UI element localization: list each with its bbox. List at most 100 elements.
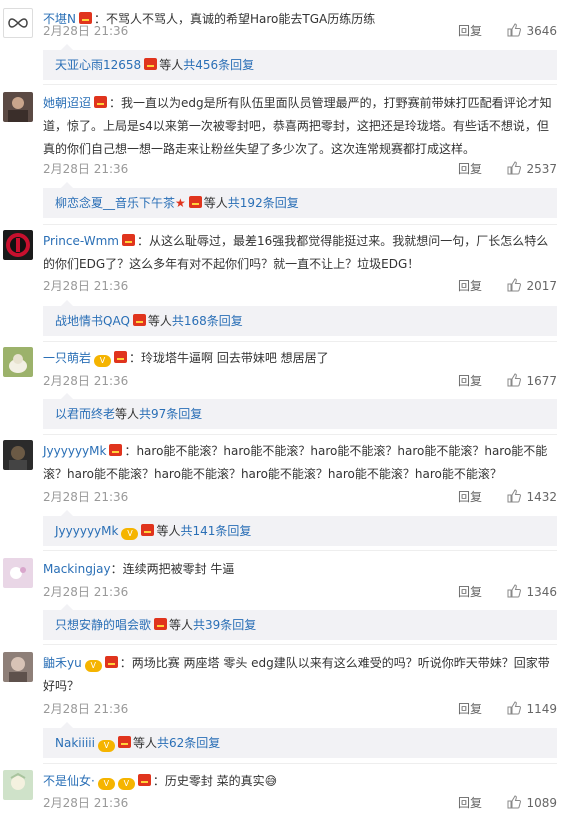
username[interactable]: 一只萌岩 [43,351,91,365]
reply-button[interactable]: 回复 [458,794,482,812]
sub-reply-user[interactable]: 只想安静的唱会歌 [55,618,151,632]
vip-icon: V [94,355,112,367]
timestamp: 2月28日 21:36 [43,796,129,810]
sub-reply-etc: 等人 [169,618,194,632]
sub-reply-count[interactable]: 共456条回复 [183,58,254,72]
sub-reply-count[interactable]: 共168条回复 [172,314,243,328]
sub-reply-etc: 等人 [132,736,157,750]
like-count: 1432 [526,490,557,504]
sub-reply-count[interactable]: 共141条回复 [180,524,251,538]
star-icon: ★ [175,196,186,210]
sub-replies[interactable]: JyyyyyyMk V 等人共141条回复 [43,510,557,546]
thumbs-up-icon [507,161,522,175]
sub-replies[interactable]: 战地情书QAQ 等人共168条回复 [43,300,557,336]
sub-reply-count[interactable]: 共97条回复 [139,407,202,421]
like-button[interactable]: 1432 [507,488,557,506]
reply-button[interactable]: 回复 [458,22,482,40]
sub-reply-etc: 等人 [159,58,184,72]
username[interactable]: Prince-Wmm [43,234,119,248]
vip-icon: V [121,528,139,540]
sub-reply-etc: 等人 [203,196,228,210]
photo-icon [8,97,28,122]
timestamp: 2月28日 21:36 [43,585,129,599]
badge-icon [109,444,123,456]
sub-replies[interactable]: 以君而终老等人共97条回复 [43,393,557,429]
avatar[interactable] [3,92,33,122]
comment-text: ：两场比赛 两座塔 零头 edg建队以来有这么难受的吗？听说你昨天带妹？回家带好… [43,656,550,693]
like-button[interactable]: 1346 [507,583,557,601]
sub-reply-etc: 等人 [147,314,172,328]
avatar[interactable] [3,347,33,377]
username[interactable]: 不是仙女· [43,774,95,788]
sub-reply-etc: 等人 [115,407,140,421]
thumbs-up-icon [507,795,522,809]
sub-reply-user[interactable]: JyyyyyyMk [55,524,118,538]
timestamp: 2月28日 21:36 [43,279,129,293]
avatar[interactable] [3,558,33,588]
photo-icon [9,354,27,373]
vip-icon: V [97,740,115,752]
like-button[interactable]: 1677 [507,372,557,390]
thumbs-up-icon [507,373,522,387]
like-count: 2017 [526,279,557,293]
sub-replies[interactable]: Nakiiiii V 等人共62条回复 [43,722,557,758]
avatar[interactable] [3,8,33,38]
timestamp: 2月28日 21:36 [43,162,129,176]
thumbs-up-icon [507,278,522,292]
timestamp: 2月28日 21:36 [43,24,129,38]
badge-icon [144,58,158,70]
avatar[interactable] [3,770,33,800]
username[interactable]: Mackingjay [43,562,111,576]
divider [43,341,557,342]
divider [43,84,557,85]
like-count: 1346 [526,585,557,599]
comment-text: ：连续两把被零封 牛逼 [110,562,235,576]
sub-replies[interactable]: 柳恋念夏__音乐下午茶★ 等人共192条回复 [43,182,557,218]
sub-replies[interactable]: 天亚心雨12658 等人共456条回复 [43,44,557,80]
sub-reply-user[interactable]: Nakiiiii [55,736,95,750]
sub-reply-user[interactable]: 以君而终老 [55,407,115,421]
divider [43,644,557,645]
divider [43,434,557,435]
sub-reply-count[interactable]: 共39条回复 [193,618,256,632]
avatar[interactable] [3,440,33,470]
divider [43,763,557,764]
username[interactable]: 她朝迢迢 [43,96,91,110]
timestamp: 2月28日 21:36 [43,702,129,716]
sub-reply-user[interactable]: 战地情书QAQ [55,314,130,328]
thumbs-up-icon [507,489,522,503]
like-button[interactable]: 2017 [507,277,557,295]
avatar[interactable] [3,230,33,260]
reply-button[interactable]: 回复 [458,160,482,178]
like-button[interactable]: 3646 [507,22,557,40]
like-button[interactable]: 1149 [507,700,557,718]
photo-icon [10,772,26,790]
reply-button[interactable]: 回复 [458,488,482,506]
badge-icon [114,351,128,363]
avatar[interactable] [3,652,33,682]
like-button[interactable]: 2537 [507,160,557,178]
badge-icon [141,524,155,536]
sub-reply-count[interactable]: 共192条回复 [228,196,299,210]
like-count: 3646 [526,24,557,38]
sub-replies[interactable]: 只想安静的唱会歌 等人共39条回复 [43,604,557,640]
thumbs-up-icon [507,701,522,715]
badge-icon [94,96,108,108]
timestamp: 2月28日 21:36 [43,374,129,388]
sub-reply-etc: 等人 [156,524,181,538]
reply-button[interactable]: 回复 [458,700,482,718]
sub-reply-count[interactable]: 共62条回复 [157,736,220,750]
like-button[interactable]: 1089 [507,794,557,812]
like-count: 1677 [526,374,557,388]
sub-reply-user[interactable]: 天亚心雨12658 [55,58,141,72]
club-logo-icon [6,233,30,257]
reply-button[interactable]: 回复 [458,372,482,390]
username[interactable]: JyyyyyyMk [43,444,106,458]
sub-reply-user[interactable]: 柳恋念夏__音乐下午茶 [55,196,175,210]
badge-icon [154,618,168,630]
badge-icon [104,656,118,668]
username[interactable]: 鼬禾yu [43,656,82,670]
reply-button[interactable]: 回复 [458,583,482,601]
reply-button[interactable]: 回复 [458,277,482,295]
badge-icon [117,736,131,748]
